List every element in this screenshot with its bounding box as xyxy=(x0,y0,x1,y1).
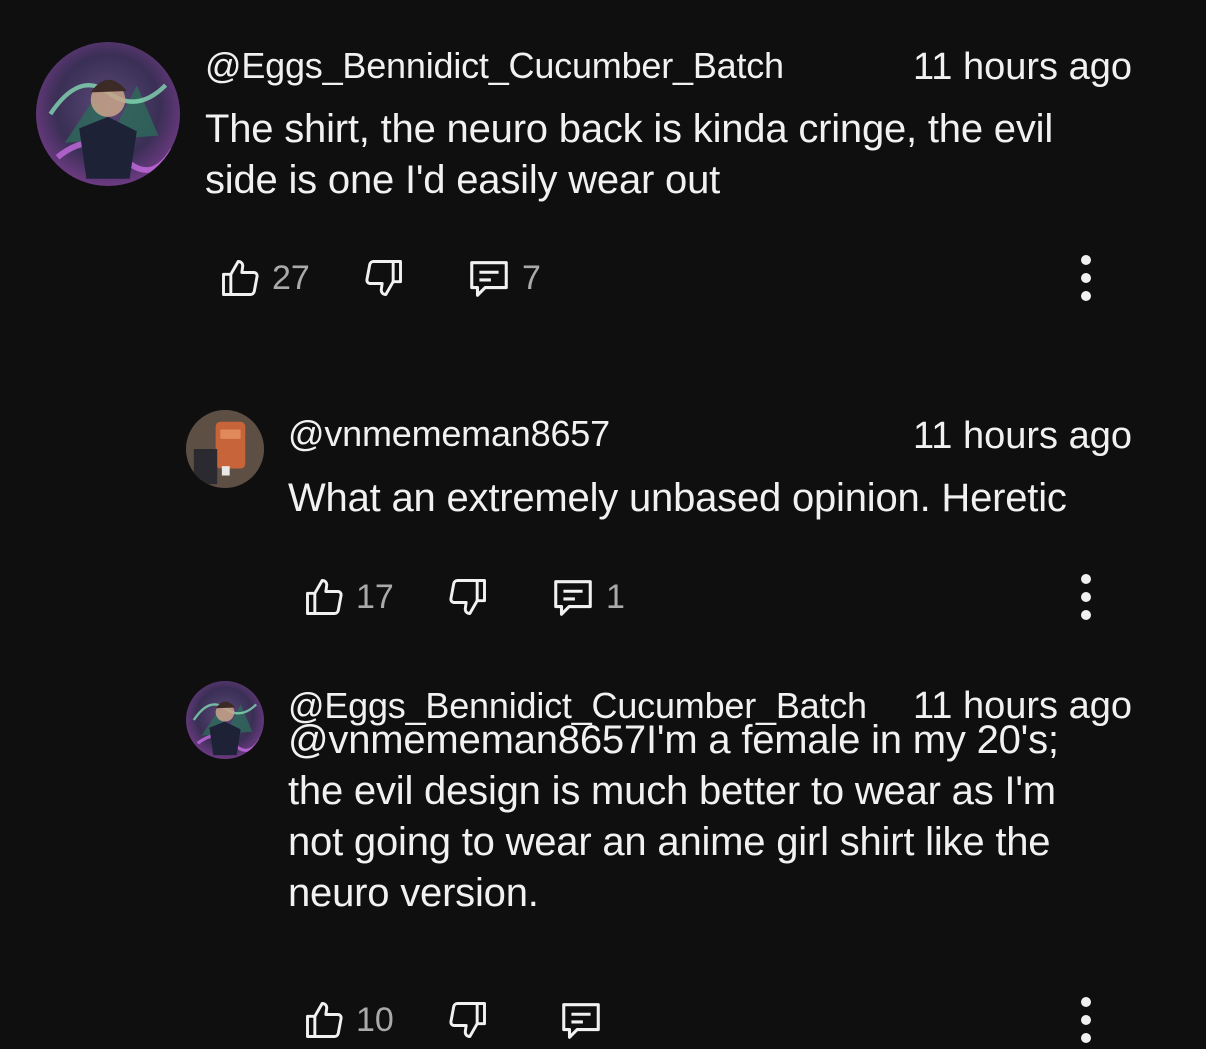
thumbs-down-icon xyxy=(449,1002,486,1038)
comment-icon xyxy=(562,1003,600,1039)
thumbs-down-icon xyxy=(365,260,402,296)
like-count: 17 xyxy=(356,577,394,616)
avatar-photo-icon xyxy=(186,410,264,488)
comments-page: @Eggs_Bennidict_Cucumber_Batch 11 hours … xyxy=(0,0,1206,1049)
reply-button[interactable]: 1 xyxy=(550,567,625,627)
reply-count: 1 xyxy=(606,577,625,616)
more-options-button[interactable] xyxy=(1074,248,1098,308)
thumbs-up-icon xyxy=(222,260,259,296)
comment-text: @vnmememan8657I'm a female in my 20's; t… xyxy=(288,718,1059,915)
like-count: 27 xyxy=(272,258,310,297)
comment-actions: 10 xyxy=(0,990,1206,1049)
comment-text: The shirt, the neuro back is kinda cring… xyxy=(205,107,1054,202)
comment-icon xyxy=(554,580,592,616)
comment-icon xyxy=(470,261,508,297)
reply-button[interactable]: 7 xyxy=(466,248,541,308)
comment-actions: 27 7 xyxy=(0,248,1206,308)
like-button[interactable]: 10 xyxy=(302,990,394,1049)
more-options-button[interactable] xyxy=(1074,567,1098,627)
like-button[interactable]: 27 xyxy=(218,248,310,308)
avatar[interactable] xyxy=(36,42,180,186)
comment-actions: 17 1 xyxy=(0,567,1206,627)
more-vertical-icon xyxy=(1081,255,1091,301)
like-count: 10 xyxy=(356,1000,394,1039)
dislike-button[interactable] xyxy=(362,248,406,308)
comment-text: What an extremely unbased opinion. Heret… xyxy=(288,476,1067,520)
comment-timestamp: 11 hours ago xyxy=(912,46,1132,88)
thumbs-up-icon xyxy=(306,579,343,615)
dislike-button[interactable] xyxy=(446,990,490,1049)
avatar-anime-art-icon xyxy=(36,42,180,186)
comment-author[interactable]: @Eggs_Bennidict_Cucumber_Batch xyxy=(205,45,784,87)
dislike-button[interactable] xyxy=(446,567,490,627)
more-options-button[interactable] xyxy=(1074,990,1098,1049)
thumbs-down-icon xyxy=(449,579,486,615)
avatar-anime-art-icon xyxy=(186,681,264,759)
more-vertical-icon xyxy=(1081,997,1091,1043)
reply-count: 7 xyxy=(522,258,541,297)
avatar[interactable] xyxy=(186,681,264,759)
reply-button[interactable] xyxy=(558,990,614,1049)
like-button[interactable]: 17 xyxy=(302,567,394,627)
avatar[interactable] xyxy=(186,410,264,488)
more-vertical-icon xyxy=(1081,574,1091,620)
comment-author[interactable]: @vnmememan8657 xyxy=(288,413,610,455)
comment-timestamp: 11 hours ago xyxy=(912,415,1132,457)
thumbs-up-icon xyxy=(306,1002,343,1038)
